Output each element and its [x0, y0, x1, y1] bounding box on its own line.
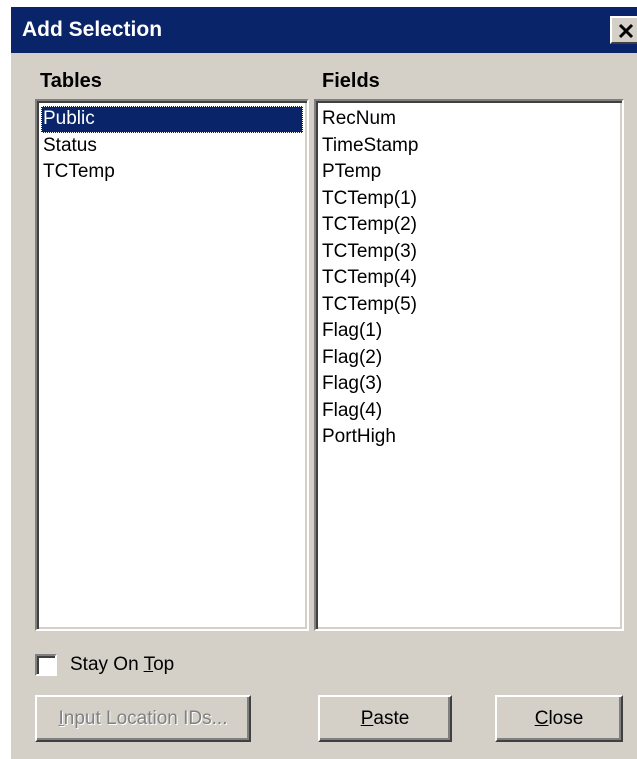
field-list-item[interactable]: TCTemp(4)	[320, 265, 618, 292]
field-list-item[interactable]: RecNum	[320, 106, 618, 133]
tables-listbox[interactable]: Public Status TCTemp	[35, 99, 309, 631]
close-rest: lose	[548, 707, 584, 729]
field-list-item[interactable]: Flag(4)	[320, 398, 618, 425]
input-location-rest: nput Location IDs...	[63, 707, 228, 729]
fields-list: RecNum TimeStamp PTemp TCTemp(1) TCTemp(2) TC…	[320, 106, 618, 451]
close-window-button[interactable]	[610, 16, 637, 44]
fields-label: Fields	[322, 70, 380, 92]
stay-on-top-label-end: op	[153, 654, 175, 675]
stay-on-top-label-start: Stay On	[70, 654, 144, 675]
field-list-item[interactable]: Flag(1)	[320, 318, 618, 345]
table-list-item[interactable]: TCTemp	[41, 159, 303, 186]
field-list-item[interactable]: Flag(2)	[320, 345, 618, 372]
title-bar[interactable]: Add Selection	[11, 7, 637, 53]
tables-list: Public Status TCTemp	[41, 106, 303, 186]
window-title: Add Selection	[22, 18, 163, 41]
close-label: Close	[535, 708, 584, 730]
table-list-item[interactable]: Public	[41, 106, 303, 133]
field-list-item[interactable]: Flag(3)	[320, 371, 618, 398]
tables-label: Tables	[40, 70, 102, 92]
table-list-item[interactable]: Status	[41, 133, 303, 160]
input-location-ids-label: Input Location IDs...	[59, 708, 228, 730]
stay-on-top-label: Stay On Top	[70, 652, 174, 678]
field-list-item[interactable]: TCTemp(3)	[320, 239, 618, 266]
field-list-item[interactable]: PortHigh	[320, 424, 618, 451]
fields-listbox[interactable]: RecNum TimeStamp PTemp TCTemp(1) TCTemp(2) TC…	[314, 99, 624, 631]
field-list-item[interactable]: TCTemp(2)	[320, 212, 618, 239]
close-x-icon	[618, 23, 634, 39]
field-list-item[interactable]: TCTemp(5)	[320, 292, 618, 319]
field-list-item[interactable]: TCTemp(1)	[320, 186, 618, 213]
stay-on-top-checkbox[interactable]	[35, 654, 57, 676]
field-list-item[interactable]: PTemp	[320, 159, 618, 186]
close-accel: C	[534, 707, 549, 729]
paste-accel: P	[360, 707, 374, 729]
stay-on-top-accel: T	[143, 654, 154, 675]
input-location-ids-button[interactable]: Input Location IDs...	[35, 695, 251, 742]
add-selection-dialog: Add Selection Tables Fields Public Status…	[9, 5, 637, 759]
field-list-item[interactable]: TimeStamp	[320, 133, 618, 160]
paste-label: Paste	[361, 708, 410, 730]
paste-rest: aste	[373, 707, 410, 729]
close-button[interactable]: Close	[495, 695, 623, 742]
paste-button[interactable]: Paste	[318, 695, 452, 742]
